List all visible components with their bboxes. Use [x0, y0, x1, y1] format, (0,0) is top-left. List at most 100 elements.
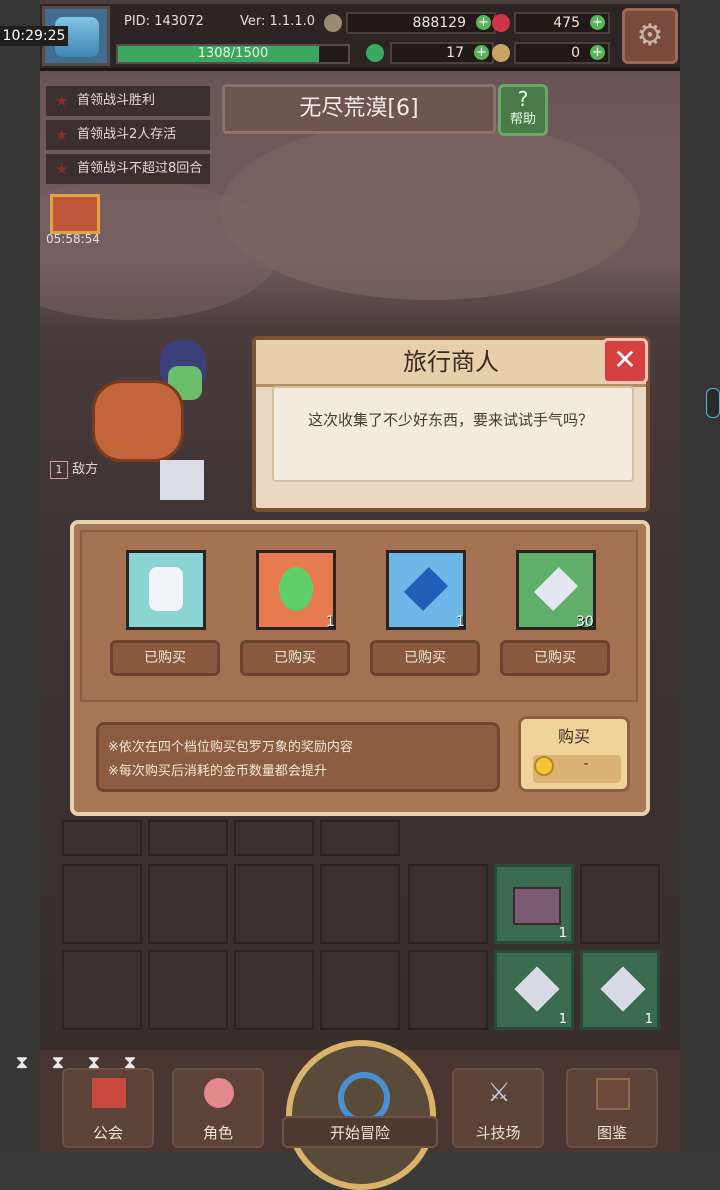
buy-label: 购买 — [557, 727, 590, 746]
backpack-icon — [92, 380, 184, 462]
start-adventure-button[interactable] — [286, 1040, 436, 1190]
inventory-slot[interactable]: 1 — [580, 950, 660, 1030]
diamond-icon — [514, 966, 560, 1012]
quest-item: ★ 首领战斗2人存活 — [46, 120, 210, 150]
nav-guild-label: 公会 — [92, 1124, 123, 1142]
gem-counter: 475 + — [514, 12, 610, 34]
bought-button[interactable]: 已购买 — [240, 640, 350, 676]
gold-value: 888129 — [412, 15, 466, 31]
hourglass-icon[interactable]: ⧗ — [118, 1052, 142, 1076]
rabbit-icon — [149, 567, 183, 611]
inventory-slot[interactable]: 1 — [494, 950, 574, 1030]
item-count: 30 — [576, 614, 594, 630]
dialog-message-box — [272, 386, 634, 482]
exp-bar: 1308/1500 — [116, 44, 350, 64]
shop-description-line-1: ※依次在四个档位购买包罗万象的奖励内容 — [108, 740, 353, 755]
quest-item: ★ 首领战斗不超过8回合 — [46, 154, 210, 184]
item-count: 1 — [326, 614, 335, 630]
slot-count: 1 — [558, 1012, 567, 1027]
hourglass-icon[interactable]: ⧗ — [46, 1052, 70, 1076]
merchant-shorts-icon — [160, 460, 204, 500]
blue-crystal-icon — [403, 566, 449, 612]
nav-arena-label: 斗技场 — [475, 1124, 521, 1142]
nav-atlas-label: 图鉴 — [596, 1124, 627, 1142]
shop-item-card[interactable] — [126, 550, 206, 630]
dialog-title: 旅行商人 — [403, 348, 499, 376]
enemy-count: 1 — [50, 461, 68, 479]
clover-counter: 17 + — [390, 42, 494, 64]
inventory-slot[interactable] — [234, 864, 314, 944]
inventory-slot[interactable]: 1 — [494, 864, 574, 944]
bought-button[interactable]: 已购买 — [500, 640, 610, 676]
question-icon: ? — [517, 87, 529, 111]
shop-item-card[interactable] — [386, 550, 466, 630]
left-margin — [0, 0, 40, 1152]
inventory-slot[interactable] — [234, 820, 314, 856]
add-clover-button[interactable]: + — [474, 45, 489, 60]
right-margin — [680, 0, 720, 1152]
slot-count: 1 — [644, 1012, 653, 1027]
settings-gear-button[interactable]: ⚙ — [622, 8, 678, 64]
inventory-slot[interactable] — [62, 820, 142, 856]
inventory-slot[interactable] — [62, 950, 142, 1030]
inventory-slot[interactable] — [320, 820, 400, 856]
add-gold-button[interactable]: + — [476, 15, 491, 30]
key-icon — [492, 44, 510, 62]
quest-item: ★ 首领战斗胜利 — [46, 86, 210, 116]
gear-icon: ⚙ — [636, 18, 664, 53]
pid-label: PID: 143072 — [124, 14, 204, 29]
desert-dune — [220, 120, 640, 300]
help-button[interactable]: ? 帮助 — [498, 84, 548, 136]
star-icon: ★ — [55, 92, 69, 110]
diamond-icon — [600, 966, 646, 1012]
star-icon: ★ — [55, 126, 69, 144]
dialog-message: 这次收集了不少好东西，要来试试手气吗？ — [308, 411, 594, 429]
crossed-swords-icon: ⚔ — [487, 1078, 511, 1108]
bought-button[interactable]: 已购买 — [370, 640, 480, 676]
inventory-slot[interactable] — [408, 950, 488, 1030]
buy-price: - — [583, 756, 589, 772]
shop-item-card[interactable] — [256, 550, 336, 630]
buy-button[interactable]: 购买 — [518, 716, 630, 792]
quest-label: 首领战斗胜利 — [77, 93, 156, 108]
nav-role-label: 角色 — [202, 1124, 233, 1142]
inventory-slot[interactable] — [234, 950, 314, 1030]
inventory-slot[interactable] — [148, 820, 228, 856]
hourglass-icon[interactable]: ⧗ — [82, 1052, 106, 1076]
ruby-icon — [492, 14, 510, 32]
add-gem-button[interactable]: + — [590, 15, 605, 30]
enemy-label: 敌方 — [72, 462, 99, 477]
system-clock: 10:29:25 — [0, 26, 68, 46]
coin-icon — [324, 14, 342, 32]
coin-icon — [534, 756, 554, 776]
slot-count: 1 — [558, 926, 567, 941]
book-icon — [596, 1078, 630, 1110]
quest-label: 首领战斗不超过8回合 — [77, 161, 203, 176]
diamond-icon — [533, 566, 579, 612]
castle-icon — [92, 1078, 126, 1108]
close-button[interactable]: ✕ — [602, 338, 648, 384]
inventory-slot[interactable] — [408, 864, 488, 944]
gift-box-icon[interactable] — [50, 194, 100, 234]
add-key-button[interactable]: + — [590, 45, 605, 60]
inventory-slot[interactable] — [62, 864, 142, 944]
version-label: Ver: 1.1.1.0 — [240, 14, 315, 29]
inventory-slot[interactable] — [320, 950, 400, 1030]
clover-icon — [366, 44, 384, 62]
start-adventure-label: 开始冒险 — [329, 1124, 390, 1142]
quest-label: 首领战斗2人存活 — [77, 127, 177, 142]
item-count: 1 — [456, 614, 465, 630]
floating-overlay-handle[interactable] — [706, 388, 720, 418]
inventory-slot[interactable] — [320, 864, 400, 944]
exp-text: 1308/1500 — [197, 46, 269, 61]
inventory-slot[interactable] — [148, 864, 228, 944]
shop-description-line-2: ※每次购买后消耗的金币数量都会提升 — [108, 764, 327, 779]
gold-counter: 888129 + — [346, 12, 496, 34]
inventory-slot[interactable] — [148, 950, 228, 1030]
top-status-bar: PID: 143072 Ver: 1.1.1.0 888129 + 475 + … — [40, 4, 680, 71]
hourglass-icon[interactable]: ⧗ — [10, 1052, 34, 1076]
inventory-slot[interactable] — [580, 864, 660, 944]
help-label: 帮助 — [509, 112, 536, 127]
bought-button[interactable]: 已购买 — [110, 640, 220, 676]
star-icon: ★ — [55, 160, 69, 178]
